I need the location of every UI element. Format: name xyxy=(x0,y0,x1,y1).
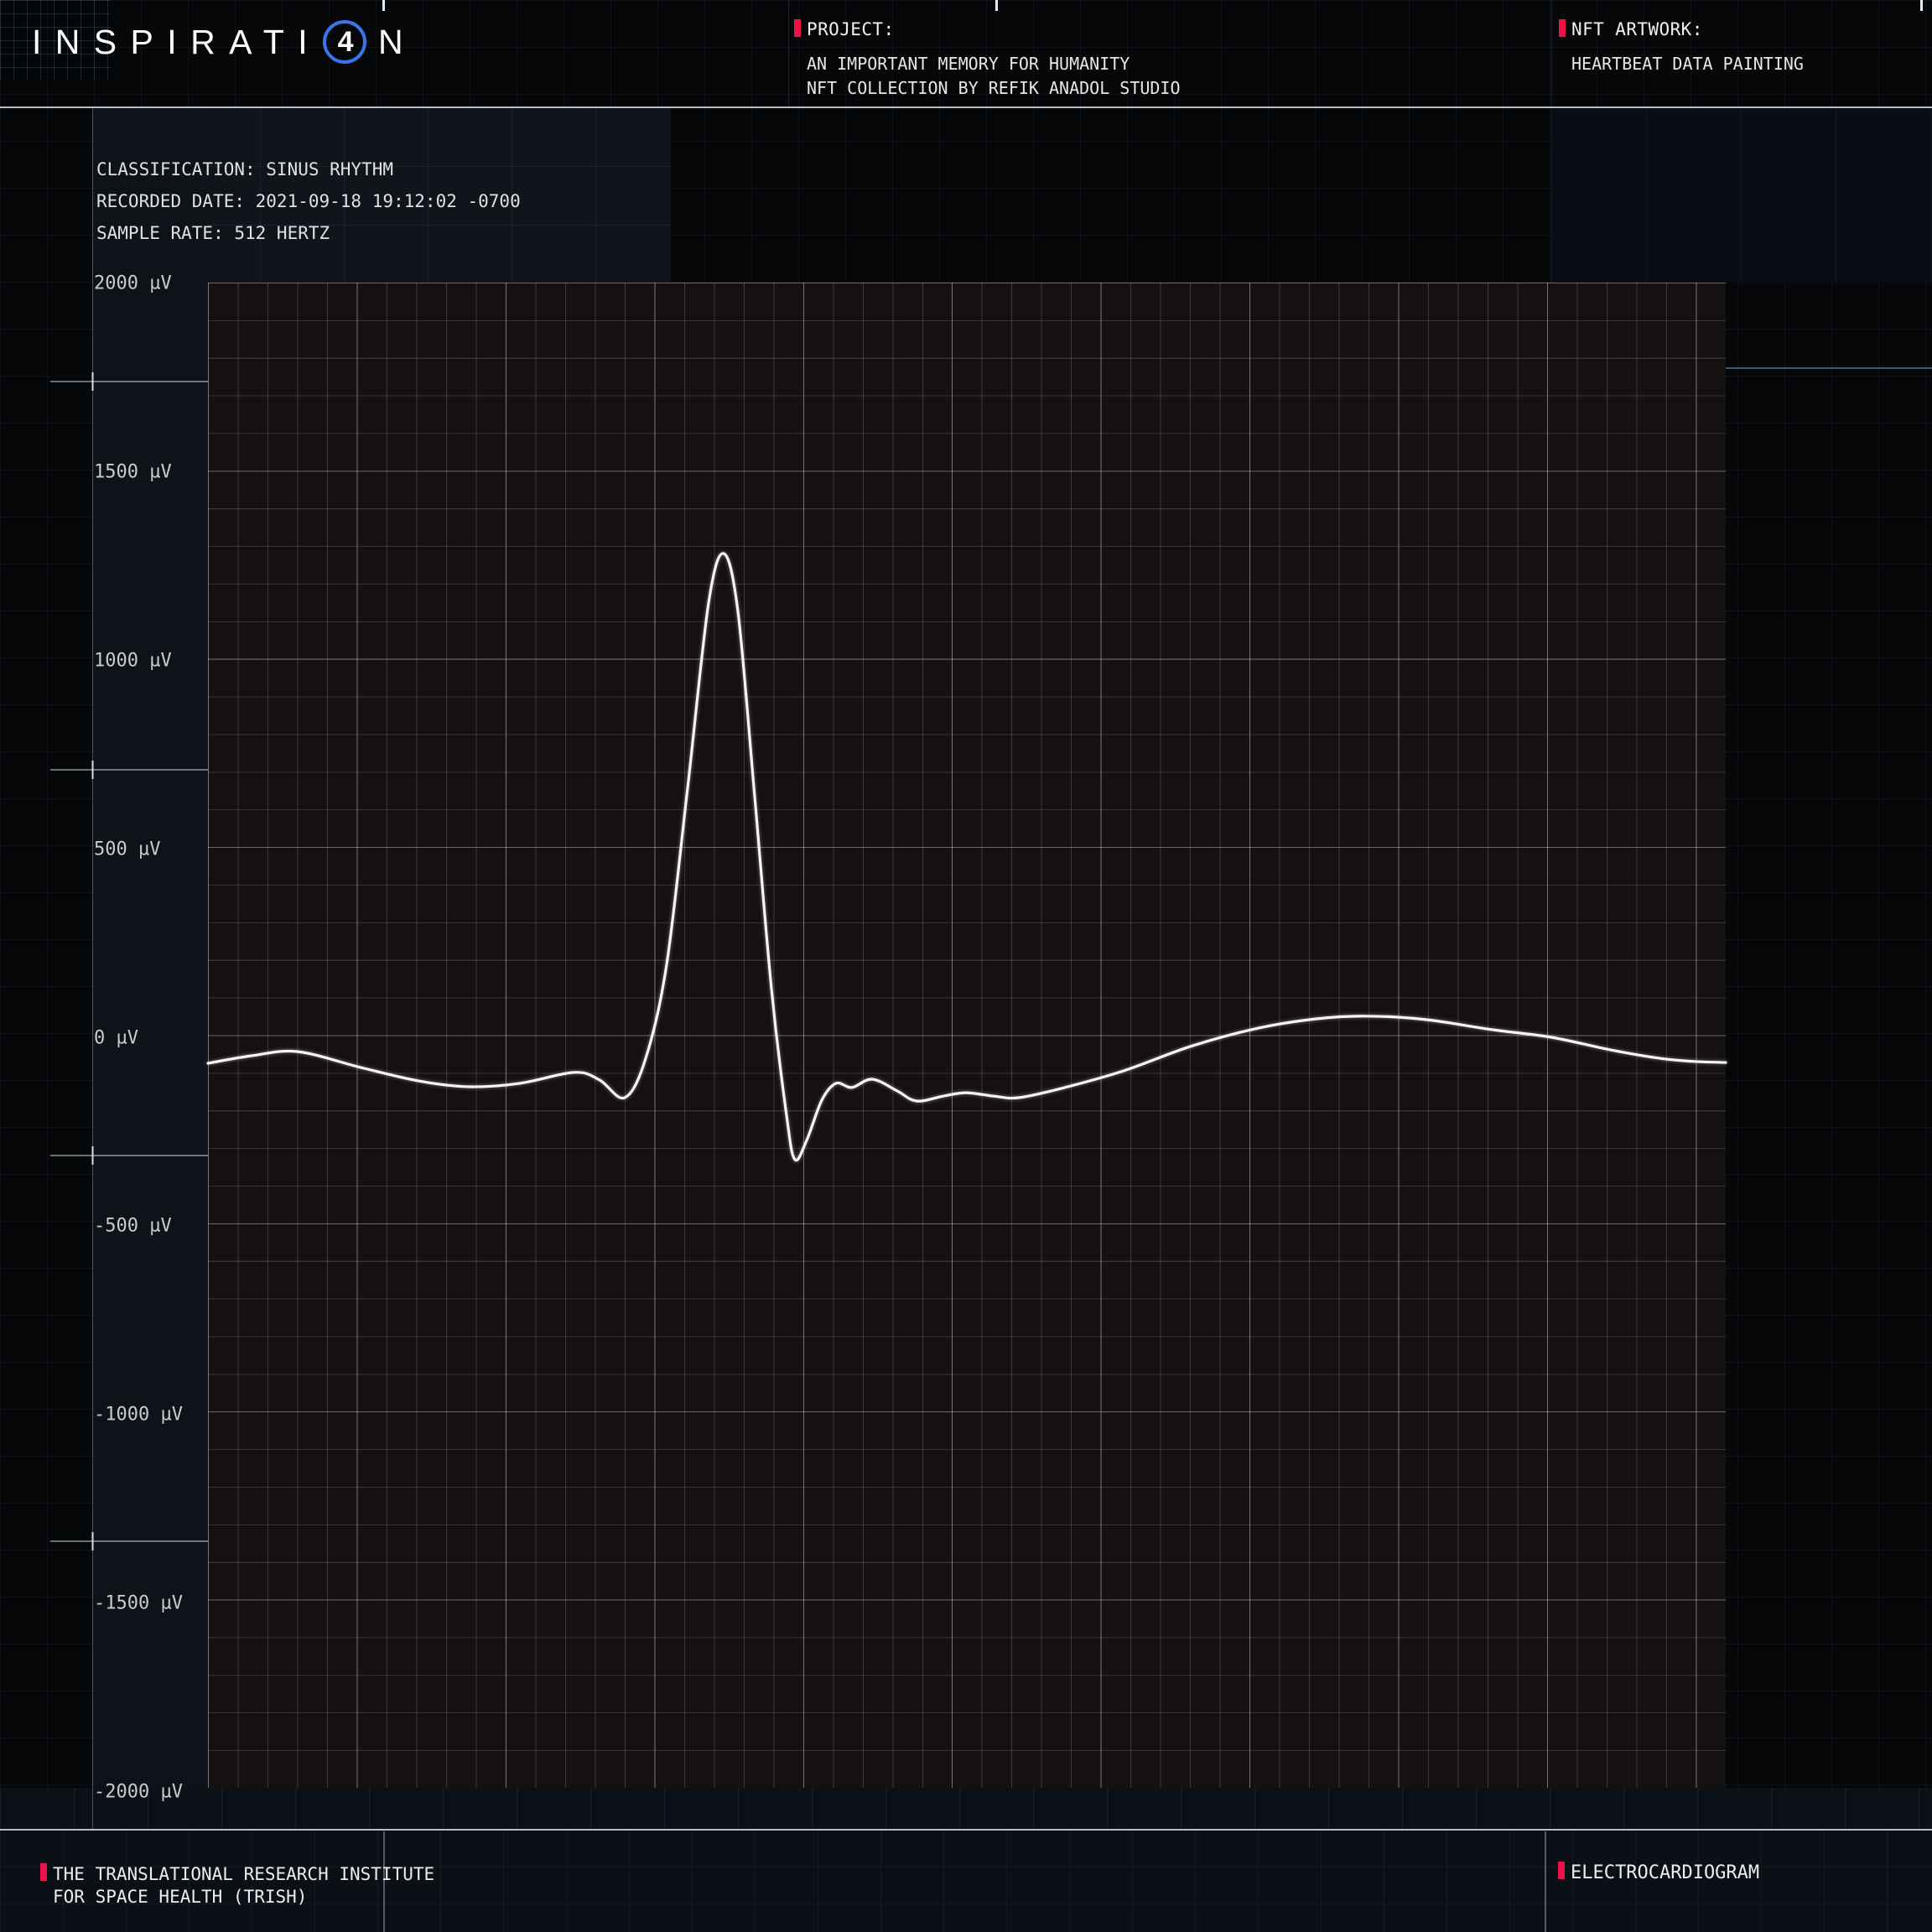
axis-crosshair-horizontal xyxy=(50,769,208,771)
axis-crosshair-vertical xyxy=(92,1532,94,1550)
top-right-panel xyxy=(1551,107,1932,283)
y-axis-tick-label: 1000 µV xyxy=(94,650,172,671)
footer-divider-line xyxy=(1545,1831,1546,1932)
red-marker-icon xyxy=(1559,19,1566,37)
recorded-date-text: RECORDED DATE: 2021-09-18 19:12:02 -0700 xyxy=(96,191,521,211)
project-label: PROJECT: xyxy=(807,19,895,39)
footer-separator-line xyxy=(0,1829,1932,1831)
red-marker-icon xyxy=(1558,1862,1565,1879)
logo-text-after: N xyxy=(378,23,417,62)
header-divider xyxy=(788,0,789,107)
inspiration4-logo: INSPIRATI4N xyxy=(32,18,417,65)
axis-crosshair-vertical xyxy=(92,1146,94,1165)
y-axis-tick-label: 2000 µV xyxy=(94,273,172,294)
header-separator-line xyxy=(0,106,1932,108)
recording-metadata: CLASSIFICATION: SINUS RHYTHM RECORDED DAT… xyxy=(96,153,521,249)
top-edge-tick xyxy=(995,0,998,11)
red-marker-icon xyxy=(794,19,801,37)
y-axis-line xyxy=(92,107,93,1830)
axis-crosshair-horizontal xyxy=(50,381,208,382)
footer-institute-text: THE TRANSLATIONAL RESEARCH INSTITUTEFOR … xyxy=(53,1863,434,1909)
sample-rate-text: SAMPLE RATE: 512 HERTZ xyxy=(96,223,330,243)
y-axis-tick-label: 1500 µV xyxy=(94,461,172,482)
ecg-waveform-svg xyxy=(208,283,1726,1788)
y-axis-tick-label: 0 µV xyxy=(94,1027,138,1048)
project-lines: AN IMPORTANT MEMORY FOR HUMANITYNFT COLL… xyxy=(807,52,1181,101)
red-marker-icon xyxy=(40,1863,47,1881)
footer-electrocardiogram-text: ELECTROCARDIOGRAM xyxy=(1571,1862,1759,1884)
top-edge-tick xyxy=(382,0,385,11)
top-edge-tick xyxy=(1920,0,1923,11)
logo-text-before: INSPIRATI xyxy=(32,23,321,62)
nft-artwork-value: HEARTBEAT DATA PAINTING xyxy=(1571,52,1804,76)
y-axis-tick-label: 500 µV xyxy=(94,839,160,860)
bottom-strip-panel xyxy=(0,1788,1932,1830)
ecg-waveform-trace xyxy=(208,553,1726,1161)
axis-crosshair-horizontal xyxy=(50,1155,208,1156)
classification-text: CLASSIFICATION: SINUS RHYTHM xyxy=(96,159,393,179)
right-margin-accent-line xyxy=(1726,367,1932,369)
axis-crosshair-horizontal xyxy=(50,1540,208,1542)
y-axis-tick-label: -500 µV xyxy=(94,1216,172,1237)
ecg-chart-area xyxy=(208,283,1726,1788)
nft-artwork-label: NFT ARTWORK: xyxy=(1571,19,1703,39)
axis-crosshair-vertical xyxy=(92,372,94,391)
y-axis-tick-label: -1500 µV xyxy=(94,1593,183,1614)
y-axis-tick-label: -2000 µV xyxy=(94,1782,183,1803)
axis-crosshair-vertical xyxy=(92,761,94,779)
header-divider xyxy=(1551,0,1552,107)
y-axis-tick-label: -1000 µV xyxy=(94,1405,183,1426)
logo-circle-4-icon: 4 xyxy=(323,20,366,64)
axis-panel xyxy=(92,107,208,1788)
